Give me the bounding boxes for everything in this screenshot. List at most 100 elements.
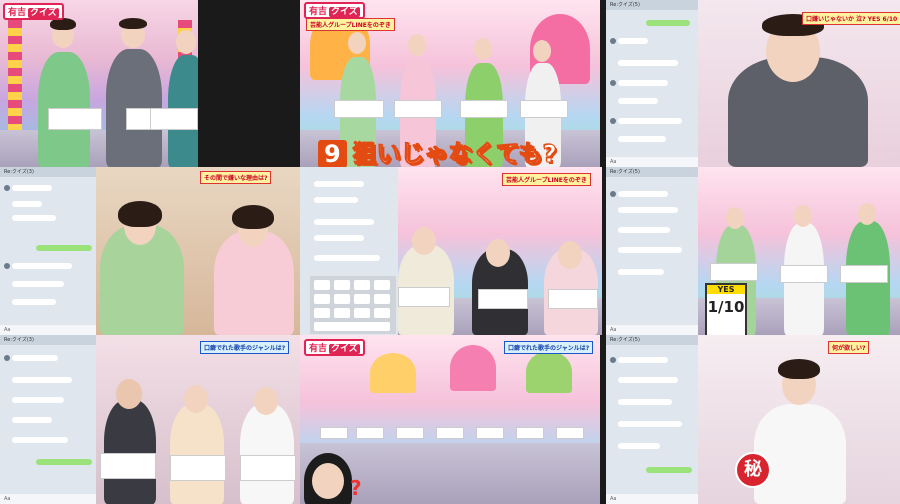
panelist-head (184, 385, 208, 413)
panel-two-panelists: その間で嫌いな理由は? (96, 167, 300, 335)
yes-counter: YES 1/10 (705, 283, 747, 337)
chat-bubble (618, 207, 678, 213)
answer-board (334, 100, 384, 118)
caption-group-line: 芸能人グループLINEをのぞき (306, 18, 395, 31)
panelist-head (348, 32, 366, 54)
panel-studio-three-b: 口癖でれた歌手のジャンルは? (96, 335, 300, 504)
logo-text: 有吉 (309, 344, 328, 354)
chat-bubble (314, 197, 358, 203)
chat-bubble-sent (36, 459, 92, 465)
chat-bubble (618, 443, 660, 449)
answer-board (394, 100, 442, 118)
decor-dome (450, 345, 496, 391)
chat-input-bar: Aa (606, 325, 698, 335)
chat-screen: Re:クイズ(3) Aa (0, 167, 96, 335)
answer-board (710, 263, 758, 281)
yes-label: YES (707, 285, 745, 294)
answer-board (396, 427, 424, 439)
answer-board (548, 289, 598, 309)
chat-screen: Re:クイズ(5) Aa (606, 0, 698, 167)
chat-input-bar: Aa (606, 157, 698, 167)
host (754, 404, 846, 504)
host-hair (778, 359, 820, 379)
panelist-head (116, 379, 142, 409)
chat-bubble (618, 399, 672, 405)
chat-bubble (618, 357, 668, 363)
keyboard-key (354, 294, 370, 304)
chat-bubble (618, 80, 668, 86)
keyboard-key (374, 280, 390, 290)
chat-bubble (618, 247, 682, 253)
panel-studio-wide: 口癖でれた歌手のジャンルは? 有吉 クイズ (300, 335, 600, 504)
chat-bubble (314, 181, 364, 187)
panelist-head (794, 205, 812, 227)
chat-bubble (314, 235, 364, 241)
answer-board (240, 455, 296, 481)
chat-bubble-sent (646, 467, 692, 473)
chat-bubble (12, 281, 64, 287)
answer-board (170, 455, 226, 481)
chat-bubble-sent (36, 245, 92, 251)
logo-quiz-text: クイズ (28, 8, 59, 18)
keyboard-key (354, 308, 370, 318)
keyboard-key (334, 280, 350, 290)
caption-genre: 口癖でれた歌手のジャンルは? (504, 341, 594, 354)
panelist-head (474, 38, 492, 60)
panelist-head (254, 387, 278, 415)
chat-bubble (618, 377, 678, 383)
keyboard-key (374, 308, 390, 318)
answer-board (780, 265, 828, 283)
chat-header: Re:クイズ(5) (606, 335, 698, 345)
decor-pillar (8, 20, 22, 140)
keyboard-key (354, 280, 370, 290)
question-mark-icon: ? (350, 476, 362, 500)
chat-bubble (12, 417, 52, 423)
panelist (104, 400, 156, 504)
answer-board (478, 289, 528, 309)
keyboard-key (314, 308, 330, 318)
caption-yes-count: 口嫌いじゃないか 泣? YES 6/10 (802, 12, 900, 25)
caption-why: その間で嫌いな理由は? (200, 171, 272, 184)
chat-screen: Re:クイズ(5) Aa (606, 335, 698, 504)
chat-bubble (618, 191, 668, 197)
chat-screen: Re:クイズ(3) Aa (0, 335, 96, 504)
show-logo: 有吉 クイズ (3, 3, 64, 20)
chat-bubble (12, 185, 52, 191)
question-number: 9 (318, 140, 347, 168)
chat-bubble (314, 255, 380, 261)
chat-bubble (618, 136, 666, 142)
chat-avatar (610, 80, 616, 86)
decor-dome (526, 351, 572, 393)
chat-input-bar: Aa (606, 494, 698, 504)
answer-board (476, 427, 504, 439)
chat-bubble (12, 263, 72, 269)
caption-genre: 口癖でれた歌手のジャンルは? (200, 341, 290, 354)
chat-avatar (610, 118, 616, 124)
chat-screen: Re:クイズ(5) Aa (606, 167, 698, 335)
answer-board (436, 427, 464, 439)
panelist-hair (119, 18, 147, 29)
chat-avatar (4, 185, 10, 191)
chat-header: Re:クイズ(3) (0, 167, 96, 177)
keyboard-key (314, 294, 330, 304)
panelist-head (726, 207, 744, 229)
panelist-head (858, 203, 876, 225)
chat-header: Re:クイズ(5) (606, 167, 698, 177)
chat-bubble (12, 201, 42, 207)
show-logo: 有吉 クイズ (304, 339, 365, 356)
chat-avatar (610, 191, 616, 197)
answer-board (516, 427, 544, 439)
chat-input-bar: Aa (0, 494, 96, 504)
panelist-head (408, 34, 426, 56)
keyboard-key (374, 294, 390, 304)
chat-bubble (12, 299, 56, 305)
panelist (240, 404, 294, 504)
chat-bubble (618, 60, 678, 66)
chat-bubble (12, 377, 72, 383)
logo-text: 有吉 (8, 8, 27, 18)
chat-avatar (4, 263, 10, 269)
answer-board (48, 108, 102, 130)
logo-quiz-text: クイズ (329, 7, 360, 17)
panelist-head (486, 239, 510, 267)
keyboard-key (314, 280, 330, 290)
